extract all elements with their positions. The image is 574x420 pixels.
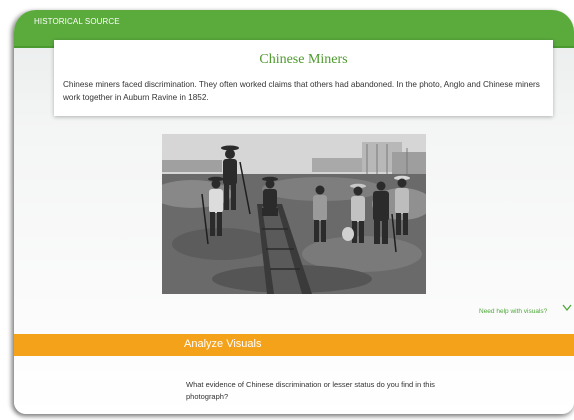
photo-image bbox=[162, 134, 426, 294]
source-body-text: Chinese miners faced discrimination. The… bbox=[63, 80, 540, 102]
analyze-question: What evidence of Chinese discrimination … bbox=[186, 380, 435, 401]
historical-photo bbox=[162, 134, 426, 294]
source-caption-box: Chinese Miners Chinese miners faced disc… bbox=[54, 40, 553, 116]
source-title: Chinese Miners bbox=[259, 52, 348, 67]
analyze-visuals-title: Analyze Visuals bbox=[184, 338, 262, 350]
chevron-down-icon[interactable] bbox=[562, 304, 572, 312]
section-label: HISTORICAL SOURCE bbox=[34, 17, 120, 26]
historical-source-card: HISTORICAL SOURCE Chinese Miners Chinese… bbox=[14, 10, 574, 414]
analyze-visuals-bar: Analyze Visuals bbox=[14, 334, 574, 356]
help-visuals-link[interactable]: Need help with visuals? bbox=[479, 308, 547, 315]
